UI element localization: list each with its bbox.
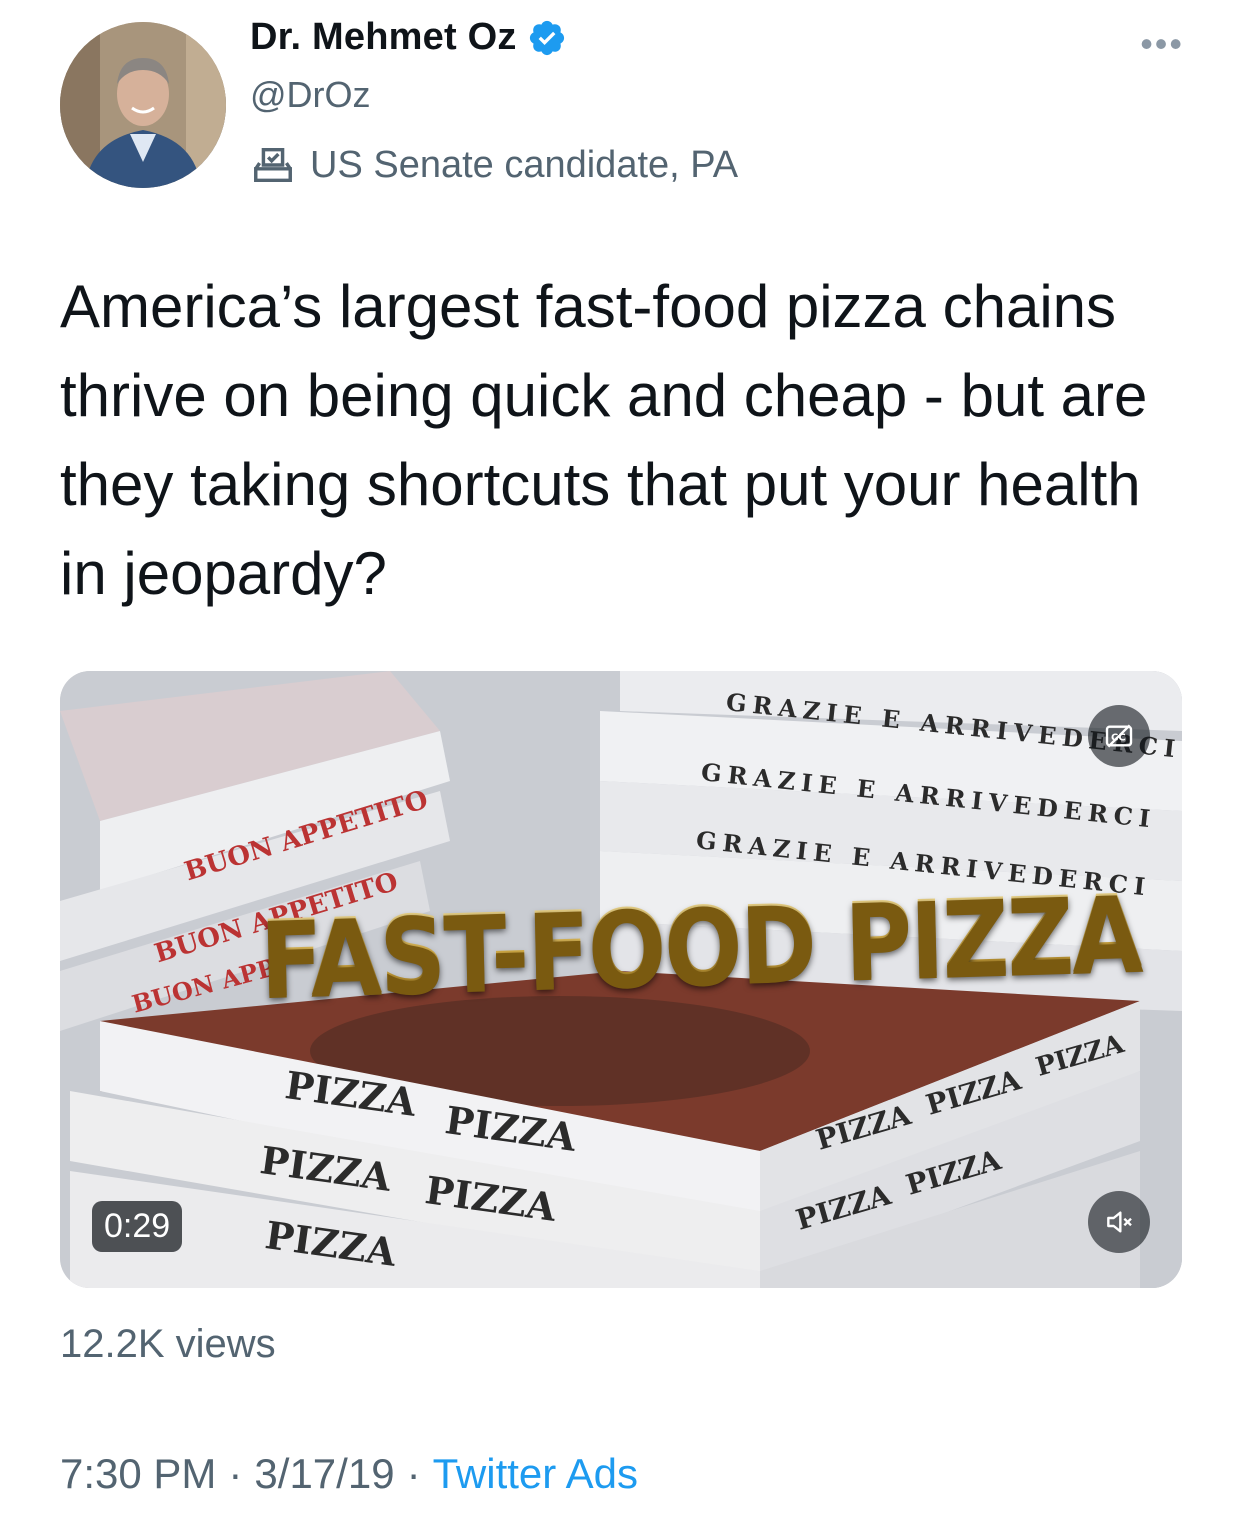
tweet-source[interactable]: Twitter Ads	[433, 1450, 638, 1498]
more-icon[interactable]: •••	[1140, 26, 1184, 62]
closed-captions-icon: CC	[1105, 724, 1133, 748]
affiliation-text: US Senate candidate, PA	[310, 143, 739, 186]
verified-badge-icon	[529, 20, 564, 55]
muted-speaker-icon	[1107, 1211, 1132, 1233]
tweet-meta: 7:30 PM · 3/17/19 · Twitter Ads	[60, 1450, 638, 1498]
video-player[interactable]: BUON APPETITO BUON APPETITO BUON APP GRA…	[60, 671, 1182, 1288]
author-handle[interactable]: @DrOz	[250, 74, 371, 116]
meta-separator: ·	[228, 1450, 243, 1497]
closed-captions-button[interactable]: CC	[1088, 705, 1150, 767]
avatar-image	[60, 22, 226, 188]
view-count: 12.2K views	[60, 1322, 276, 1366]
tweet-text: America’s largest fast-food pizza chains…	[60, 273, 1148, 607]
ballot-box-icon	[254, 147, 292, 183]
mute-button[interactable]	[1088, 1191, 1150, 1253]
tweet-date[interactable]: 3/17/19	[254, 1450, 394, 1498]
affiliation-label: US Senate candidate, PA	[250, 142, 738, 188]
video-duration: 0:29	[92, 1201, 183, 1252]
author-name-row[interactable]: Dr. Mehmet Oz	[250, 16, 567, 59]
avatar[interactable]	[60, 22, 226, 188]
tweet-time[interactable]: 7:30 PM	[60, 1450, 216, 1498]
meta-separator: ·	[406, 1450, 421, 1497]
author-name[interactable]: Dr. Mehmet Oz	[250, 16, 517, 59]
